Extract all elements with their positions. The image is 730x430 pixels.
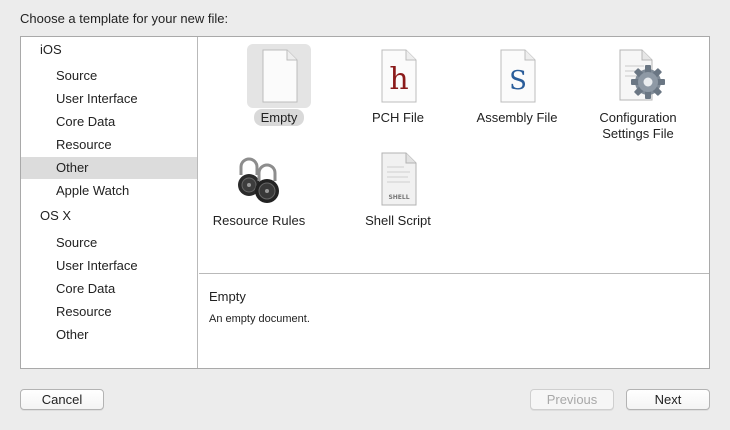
template-empty[interactable]: Empty bbox=[219, 41, 339, 141]
assembly-file-icon: S bbox=[485, 44, 549, 108]
sidebar-item-ios-user-interface[interactable]: User Interface bbox=[21, 88, 197, 110]
template-shell-script[interactable]: SHELL Shell Script bbox=[338, 147, 458, 247]
template-pch-file[interactable]: h PCH File bbox=[338, 41, 458, 141]
sidebar-item-osx-resource[interactable]: Resource bbox=[21, 301, 197, 323]
template-resource-rules[interactable]: Resource Rules bbox=[199, 147, 319, 247]
blank-document-icon bbox=[247, 44, 311, 108]
padlocks-icon bbox=[227, 147, 291, 211]
sidebar-item-ios-core-data[interactable]: Core Data bbox=[21, 111, 197, 133]
new-file-dialog: Choose a template for your new file: iOS… bbox=[0, 0, 730, 430]
template-grid: Empty h PCH File S Assembly File Configu… bbox=[199, 37, 709, 274]
sidebar-item-osx-user-interface[interactable]: User Interface bbox=[21, 255, 197, 277]
template-chooser-panel: iOS Source User Interface Core Data Reso… bbox=[20, 36, 710, 369]
sidebar-item-osx-core-data[interactable]: Core Data bbox=[21, 278, 197, 300]
config-settings-gear-icon bbox=[606, 44, 670, 108]
template-label: Configuration Settings File bbox=[599, 110, 677, 141]
sidebar-section-ios: iOS bbox=[40, 42, 62, 57]
template-label: Shell Script bbox=[365, 213, 431, 228]
shell-script-glyph: SHELL bbox=[388, 194, 409, 201]
template-label: Resource Rules bbox=[212, 213, 306, 228]
header-file-icon: h bbox=[366, 44, 430, 108]
template-configuration-settings-file[interactable]: Configuration Settings File bbox=[578, 41, 698, 141]
shell-script-icon: SHELL bbox=[366, 147, 430, 211]
next-button[interactable]: Next bbox=[626, 389, 710, 410]
description-title: Empty bbox=[209, 289, 246, 304]
cancel-button[interactable]: Cancel bbox=[20, 389, 104, 410]
template-label: Empty bbox=[253, 109, 305, 126]
template-assembly-file[interactable]: S Assembly File bbox=[457, 41, 577, 141]
platform-category-sidebar[interactable]: iOS Source User Interface Core Data Reso… bbox=[21, 37, 198, 368]
sidebar-section-osx: OS X bbox=[40, 208, 72, 223]
assembly-file-glyph: S bbox=[509, 66, 527, 96]
sidebar-item-ios-other[interactable]: Other bbox=[21, 157, 197, 179]
template-description: Empty An empty document. bbox=[199, 275, 709, 368]
header-file-glyph: h bbox=[389, 62, 408, 97]
description-text: An empty document. bbox=[209, 313, 310, 325]
sidebar-item-ios-resource[interactable]: Resource bbox=[21, 134, 197, 156]
template-label: Assembly File bbox=[476, 110, 558, 125]
sidebar-item-osx-other[interactable]: Other bbox=[21, 324, 197, 346]
sidebar-item-osx-source[interactable]: Source bbox=[21, 232, 197, 254]
template-label: PCH File bbox=[371, 110, 424, 125]
sidebar-item-ios-apple-watch[interactable]: Apple Watch bbox=[21, 180, 197, 202]
dialog-prompt: Choose a template for your new file: bbox=[20, 11, 229, 26]
previous-button[interactable]: Previous bbox=[530, 389, 614, 410]
sidebar-item-ios-source[interactable]: Source bbox=[21, 65, 197, 87]
